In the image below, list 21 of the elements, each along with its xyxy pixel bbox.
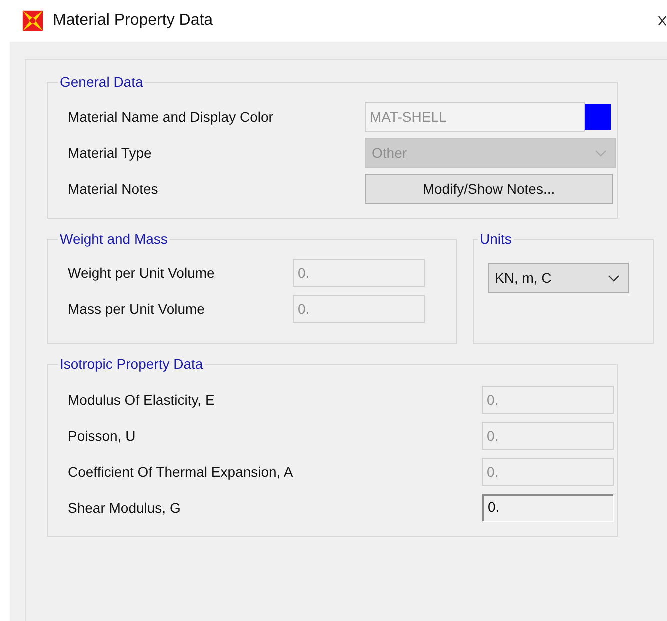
- field-label: Shear Modulus, G: [68, 500, 182, 516]
- units-dropdown[interactable]: KN, m, C: [488, 263, 629, 293]
- chevron-icon: [608, 274, 620, 282]
- field-label: Material Type: [68, 145, 153, 161]
- field-label: Poisson, U: [68, 428, 137, 444]
- field-label: Modulus Of Elasticity, E: [68, 392, 216, 408]
- field-label: Mass per Unit Volume: [68, 301, 206, 317]
- group-title: Units: [479, 231, 513, 247]
- chevron-icon: [595, 150, 607, 156]
- field-label: Material Name and Display Color: [68, 109, 274, 125]
- field-label: Material Notes: [68, 181, 160, 197]
- close-icon[interactable]: [658, 15, 667, 27]
- app-logo-icon: [22, 10, 44, 32]
- window-title: Material Property Data: [53, 12, 214, 30]
- value-field[interactable]: 0.: [482, 494, 614, 522]
- field-label: Weight per Unit Volume: [68, 265, 216, 281]
- field-label: Coefficient Of Thermal Expansion, A: [68, 464, 294, 480]
- group-title: Isotropic Property Data: [59, 356, 204, 372]
- group-title: Weight and Mass: [59, 231, 169, 247]
- group-title: General Data: [59, 74, 144, 90]
- notes-button[interactable]: Modify/Show Notes...: [365, 174, 613, 204]
